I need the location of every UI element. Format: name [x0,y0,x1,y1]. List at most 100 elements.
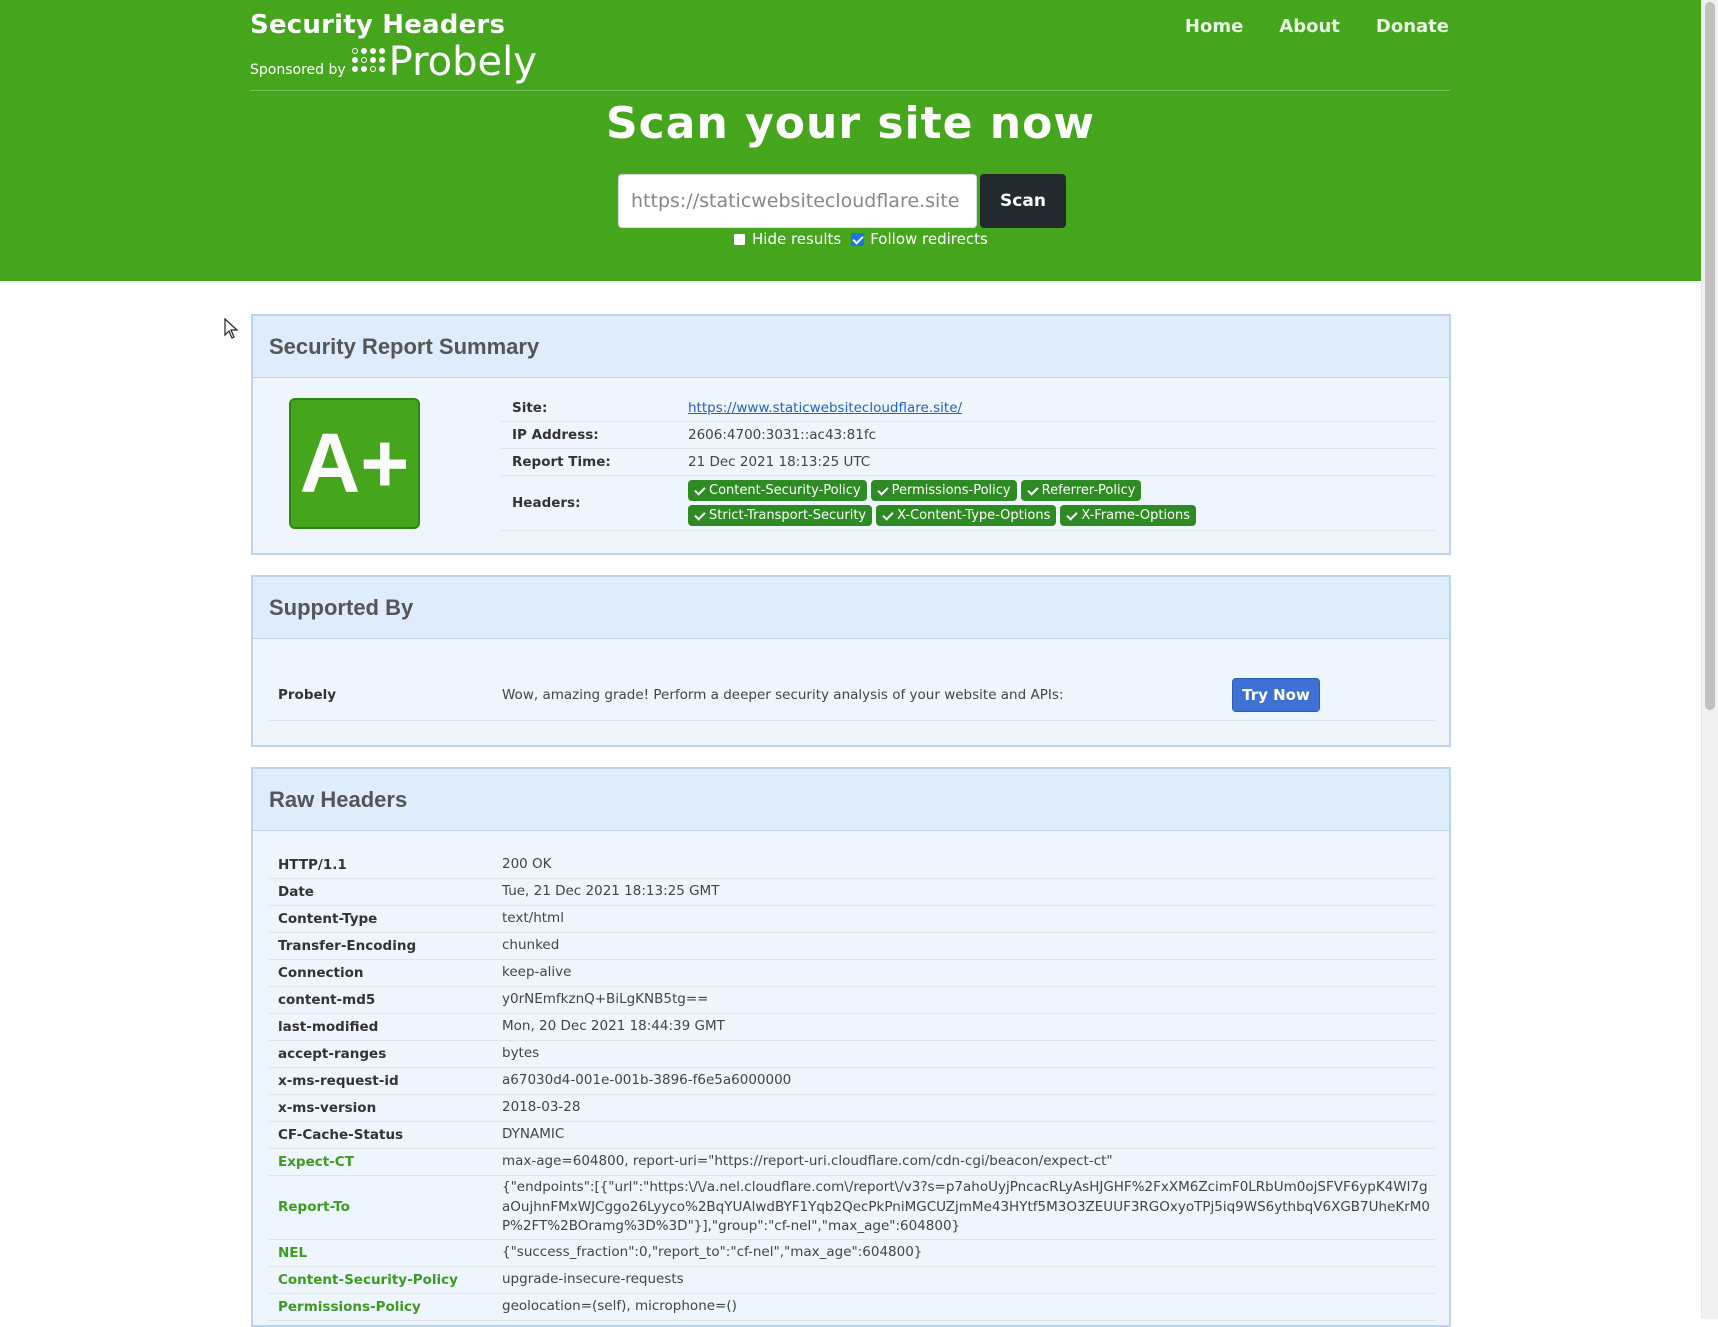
header-name: accept-ranges [278,1046,387,1062]
raw-headers-table: HTTP/1.1 200 OK Date Tue, 21 Dec 2021 18:13… [269,852,1435,1321]
check-icon [882,511,892,521]
security-report-summary: Security Report Summary A+ Site: https:/… [251,314,1451,555]
header-badge-label: Strict-Transport-Security [709,508,867,523]
header-name: Content-Security-Policy [278,1271,458,1288]
ip-row: IP Address: 2606:4700:3031::ac43:81fc [501,422,1435,449]
header-badge: Strict-Transport-Security [688,505,873,526]
header-value: Mon, 20 Dec 2021 18:44:39 GMT [502,1018,725,1035]
hide-results-label: Hide results [752,230,842,248]
header-value: bytes [502,1045,540,1062]
table-row: NEL {"success_fraction":0,"report_to":"cf… [269,1240,1435,1267]
summary-header: Security Report Summary [253,316,1449,378]
table-row: content-md5 y0rNEmfkznQ+BiLgKNB5tg== [269,987,1435,1014]
header-name: NEL [278,1244,308,1261]
header-value: DYNAMIC [502,1126,565,1143]
brand[interactable]: Security Headers Sponsored by Probely [250,10,537,82]
nav-about-link[interactable]: About [1279,16,1340,37]
header-name: Report-To [278,1199,350,1216]
summary-table: Site: https://www.staticwebsitecloudflar… [501,395,1435,531]
header-divider [250,90,1450,91]
supported-header: Supported By [253,577,1449,639]
headers-row: Headers: Content-Security-Policy Permiss… [501,476,1435,531]
scan-form: Scan [618,174,1066,228]
header-value: text/html [502,910,564,927]
hide-results-option[interactable]: Hide results [733,230,841,248]
table-row: x-ms-request-id a67030d4-001e-001b-3896-f… [269,1068,1435,1095]
nav-donate-link[interactable]: Donate [1376,16,1449,37]
supported-title: Supported By [269,594,414,620]
header-name: x-ms-request-id [278,1073,399,1089]
site-link[interactable]: https://www.staticwebsitecloudflare.site… [688,400,962,416]
hide-results-checkbox[interactable] [733,232,746,246]
table-row: Date Tue, 21 Dec 2021 18:13:25 GMT [269,879,1435,906]
summary-title: Security Report Summary [269,333,540,359]
header-value: 2018-03-28 [502,1099,581,1116]
follow-redirects-label: Follow redirects [870,230,988,248]
header-badge-label: X-Content-Type-Options [897,508,1051,523]
sponsor-line: Sponsored by Probely [250,42,537,82]
follow-redirects-checkbox[interactable] [851,232,865,246]
check-icon [1066,511,1076,521]
header-value: upgrade-insecure-requests [502,1270,684,1287]
ip-value: 2606:4700:3031::ac43:81fc [688,427,877,443]
table-row: CF-Cache-Status DYNAMIC [269,1122,1435,1149]
table-row: Transfer-Encoding chunked [269,933,1435,960]
check-icon [694,511,704,521]
nav-home-link[interactable]: Home [1185,16,1243,37]
table-row: Connection keep-alive [269,960,1435,987]
headers-label: Headers: [512,495,581,511]
probely-dots-icon [351,48,385,72]
page-scrollbar[interactable] [1701,0,1718,1319]
raw-headers-title: Raw Headers [269,786,408,812]
header-name: CF-Cache-Status [278,1127,404,1143]
header-name: content-md5 [278,992,376,1008]
header-banner: Security Headers Sponsored by Probely Ho… [0,0,1701,281]
table-row: last-modified Mon, 20 Dec 2021 18:44:39 G… [269,1014,1435,1041]
header-value: a67030d4-001e-001b-3896-f6e5a6000000 [502,1072,792,1089]
header-badge: Content-Security-Policy [688,480,867,501]
header-badge: Permissions-Policy [870,480,1017,501]
header-name: HTTP/1.1 [278,857,347,873]
raw-headers-section: Raw Headers HTTP/1.1 200 OK Date Tue, 21 De… [251,767,1451,1327]
header-value: 200 OK [502,856,552,873]
raw-headers-header: Raw Headers [253,769,1449,831]
header-value: {"success_fraction":0,"report_to":"cf-ne… [502,1243,923,1260]
table-row: Content-Type text/html [269,906,1435,933]
header-badge-label: X-Frame-Options [1081,508,1191,523]
table-row: Expect-CT max-age=604800, report-uri="htt… [269,1149,1435,1176]
brand-title[interactable]: Security Headers [250,10,537,40]
ip-label: IP Address: [512,427,599,443]
header-value: y0rNEmfkznQ+BiLgKNB5tg== [502,991,709,1008]
sponsor-row: Probely Wow, amazing grade! Perform a de… [269,669,1435,721]
header-value: Tue, 21 Dec 2021 18:13:25 GMT [502,883,720,900]
header-value: max-age=604800, report-uri="https://repo… [502,1153,1113,1170]
supported-by-section: Supported By Probely Wow, amazing grade!… [251,575,1451,747]
header-badge-label: Content-Security-Policy [709,483,861,498]
table-row: Report-To {"endpoints":[{"url":"https:\/\… [269,1176,1435,1240]
check-icon [694,486,704,496]
scan-options: Hide results Follow redirects [733,230,992,248]
header-badges: Content-Security-Policy Permissions-Poli… [688,480,1328,526]
report-time-row: Report Time: 21 Dec 2021 18:13:25 UTC [501,449,1435,476]
grade-badge: A+ [289,398,420,529]
scrollbar-thumb[interactable] [1705,2,1715,710]
header-name: Expect-CT [278,1154,354,1170]
header-value: keep-alive [502,964,572,981]
header-name: Permissions-Policy [278,1298,421,1315]
scan-url-input[interactable] [618,174,977,228]
header-name: Date [278,884,314,900]
probely-logo[interactable]: Probely [351,42,537,82]
header-badge: X-Content-Type-Options [876,505,1057,526]
follow-redirects-option[interactable]: Follow redirects [851,230,988,248]
scan-button[interactable]: Scan [980,174,1066,228]
table-row: Permissions-Policy geolocation=(self), mi… [269,1294,1435,1321]
header-value: geolocation=(self), microphone=() [502,1297,737,1314]
table-row: HTTP/1.1 200 OK [269,852,1435,879]
header-value: {"endpoints":[{"url":"https:\/\/a.nel.cl… [502,1179,1431,1234]
site-row: Site: https://www.staticwebsitecloudflar… [501,395,1435,422]
check-icon [1027,486,1037,496]
header-name: Transfer-Encoding [278,938,417,954]
hero-title: Scan your site now [605,98,1096,149]
try-now-button[interactable]: Try Now [1232,677,1320,712]
top-nav: Home About Donate [1185,16,1449,37]
